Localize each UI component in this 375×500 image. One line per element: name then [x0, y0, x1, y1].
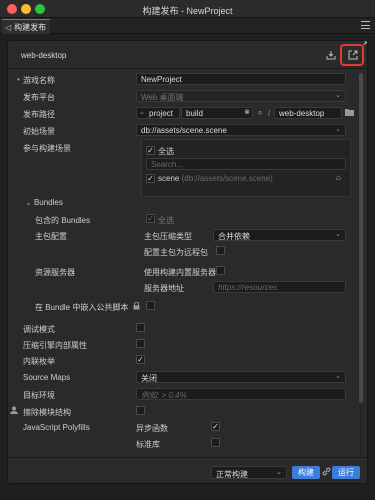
path-separator: / — [268, 109, 271, 118]
resource-server-label: 资源服务器 — [35, 268, 75, 277]
lock-icon — [133, 301, 140, 312]
user-icon — [10, 406, 18, 416]
async-functions-label: 异步函数 — [136, 424, 168, 433]
build-footer: 正常构建 ⌄ 构建 运行 — [8, 457, 367, 483]
source-maps-label: Source Maps — [23, 373, 71, 382]
folder-icon[interactable] — [345, 108, 354, 118]
source-maps-select[interactable]: 关闭 ⌄ — [136, 371, 346, 383]
included-bundles-label: 包含的 Bundles — [35, 216, 91, 225]
search-icon[interactable]: ⌕ — [258, 108, 262, 118]
start-scene-label: 初始场景 — [23, 127, 55, 136]
stdlib-checkbox[interactable] — [211, 438, 220, 447]
build-path-input[interactable]: build ⊗ — [181, 107, 253, 119]
build-mode-select[interactable]: 正常构建 ⌄ — [211, 466, 287, 479]
debug-mode-label: 调试模式 — [23, 325, 55, 334]
remote-main-checkbox[interactable] — [216, 246, 225, 255]
select-all-checkbox[interactable]: ✓ — [146, 146, 155, 155]
platform-label: 发布平台 — [23, 93, 55, 102]
panel-header: web-desktop ✕ — [8, 41, 367, 69]
chevron-down-icon: ⌄ — [335, 92, 341, 99]
platform-name: web-desktop — [21, 51, 67, 60]
scroll-thumb[interactable] — [359, 73, 363, 403]
builtin-server-label: 使用构建内置服务器 — [144, 268, 216, 277]
menu-icon[interactable] — [361, 21, 370, 29]
tab-label: 构建发布 — [14, 22, 47, 32]
scene-item[interactable]: scene (db://assets/scene.scene) — [158, 174, 273, 183]
chevron-down-icon: ⌄ — [139, 109, 145, 116]
chevron-down-icon: ⌄ — [25, 198, 32, 207]
included-bundles-checkbox: ✓ — [146, 213, 155, 223]
tab-bar: ◁ 构建发布 — [0, 18, 375, 34]
build-button[interactable]: 构建 — [292, 466, 320, 479]
embed-script-label: 在 Bundle 中嵌入公共脚本 — [35, 303, 129, 312]
export-button[interactable] — [340, 44, 364, 66]
mangle-engine-label: 压缩引擎内部属性 — [23, 341, 87, 350]
scene-list: ✓ 全选 Search... ✓ scene (db://assets/scen… — [141, 139, 351, 197]
path-scope-select[interactable]: ⌄ project — [136, 107, 180, 119]
bundles-section-toggle[interactable]: ⌄ Bundles — [25, 198, 63, 207]
scene-search-input[interactable]: Search... — [146, 158, 346, 170]
erase-modules-label: 擦除模块结构 — [23, 408, 71, 417]
chevron-down-icon: ⌄ — [335, 373, 341, 380]
chevron-down-icon: ⌄ — [276, 469, 282, 476]
server-address-label: 服务器地址 — [144, 284, 184, 293]
debug-mode-checkbox[interactable] — [136, 323, 145, 332]
home-icon: ⌂ — [336, 173, 341, 182]
scene-checkbox[interactable]: ✓ — [146, 174, 155, 183]
game-name-label: • 游戏名称 — [17, 75, 55, 85]
required-marker: • — [17, 75, 20, 84]
target-env-label: 目标环境 — [23, 391, 55, 400]
erase-modules-checkbox[interactable] — [136, 406, 145, 415]
mangle-engine-checkbox[interactable] — [136, 339, 145, 348]
platform-select: Web 桌面端 ⌄ — [136, 90, 346, 102]
inline-enum-checkbox[interactable]: ✓ — [136, 355, 145, 364]
embed-script-checkbox[interactable] — [146, 301, 155, 310]
tab-build-publish[interactable]: ◁ 构建发布 — [2, 19, 50, 34]
scrollbar[interactable] — [359, 71, 363, 476]
build-path-suffix[interactable]: web-desktop — [274, 107, 342, 119]
build-path-label: 发布路径 — [23, 110, 55, 119]
main-bundle-label: 主包配置 — [35, 232, 67, 241]
stdlib-label: 标准库 — [136, 440, 160, 449]
run-button[interactable]: 运行 — [332, 466, 360, 479]
start-scene-select[interactable]: db://assets/scene.scene ⌄ — [136, 124, 346, 136]
select-all-label: 全选 — [158, 147, 174, 156]
builtin-server-checkbox[interactable] — [216, 266, 225, 275]
chevron-down-icon: ⌄ — [335, 126, 341, 133]
build-task-panel: web-desktop ✕ •游戏名称 NewProject 发布平台 Web … — [7, 40, 368, 484]
async-functions-checkbox[interactable]: ✓ — [211, 422, 220, 431]
window-title: 构建发布 - NewProject — [142, 6, 233, 16]
link-icon[interactable] — [322, 467, 331, 478]
included-scenes-label: 参与构建场景 — [23, 144, 71, 153]
target-env-input[interactable]: 例如: > 0.4% — [136, 388, 346, 400]
compression-type-select[interactable]: 合并依赖 ⌄ — [213, 229, 346, 241]
polyfills-label: JavaScript Polyfills — [23, 423, 90, 432]
inline-enum-label: 内联枚举 — [23, 357, 55, 366]
remote-main-label: 配置主包为远程包 — [144, 248, 208, 257]
chevron-down-icon: ⌄ — [335, 231, 341, 238]
import-icon[interactable] — [325, 49, 337, 61]
compression-type-label: 主包压缩类型 — [144, 232, 192, 241]
build-publish-icon: ◁ — [5, 22, 12, 32]
close-icon[interactable]: ✕ — [362, 41, 367, 49]
server-address-input[interactable]: https://resources — [213, 281, 346, 293]
game-name-input[interactable]: NewProject — [136, 73, 346, 85]
export-icon — [347, 49, 359, 61]
window-titlebar: 构建发布 - NewProject — [0, 0, 375, 18]
clear-icon: ⊗ — [244, 109, 250, 116]
included-bundles-value: 全选 — [158, 216, 174, 225]
